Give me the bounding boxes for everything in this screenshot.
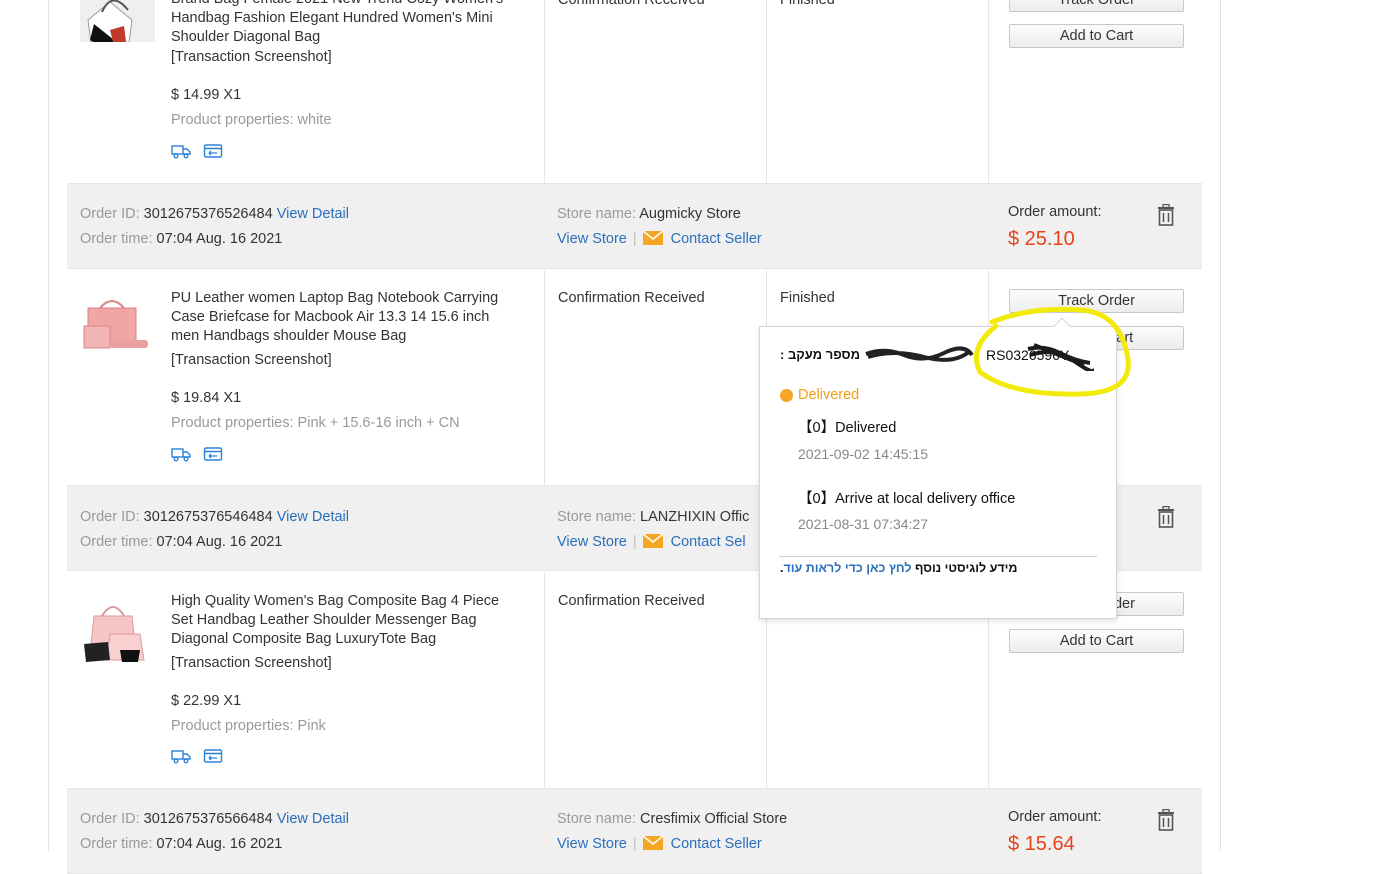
order-amount-label: Order amount: [1008,809,1102,825]
order-time: 07:04 Aug. 16 2021 [156,534,283,550]
redacted-scribble [1024,341,1095,374]
order-status: Finished [780,290,835,306]
product-thumbnail[interactable] [80,594,155,666]
shipping-truck-icon[interactable] [171,143,191,159]
store-name: Augmicky Store [639,206,741,222]
transaction-screenshot-link[interactable]: [Transaction Screenshot] [171,49,332,65]
add-to-cart-button[interactable]: Add to Cart [1009,629,1184,653]
view-detail-link[interactable]: View Detail [277,206,349,222]
return-refund-icon[interactable] [203,143,223,159]
product-status: Confirmation Received [558,593,705,609]
return-refund-icon[interactable] [203,748,223,764]
shipping-truck-icon[interactable] [171,748,191,764]
order-header: Order ID: 3012675376526484 View Detail O… [67,183,1202,269]
envelope-icon [642,533,664,548]
tracking-event-time: 2021-08-31 07:34:27 [798,516,928,532]
tracking-number-label: מספר מעקב : [780,347,861,362]
view-store-link[interactable]: View Store [557,836,627,852]
contact-seller-link[interactable]: Contact Sel [671,534,746,550]
envelope-icon [642,230,664,245]
product-price: $ 14.99 X1 [171,87,242,103]
delivered-status: Delivered [780,387,859,403]
tracking-event-time: 2021-09-02 14:45:15 [798,446,928,462]
tracking-event: 【0】Arrive at local delivery office [798,491,1016,507]
redacted-scribble [864,345,974,366]
product-thumbnail[interactable] [80,290,155,352]
track-order-button[interactable]: Track Order [1009,0,1184,12]
view-detail-link[interactable]: View Detail [277,509,349,525]
store-name: LANZHIXIN Offic [640,509,750,525]
order-time: 07:04 Aug. 16 2021 [156,231,283,247]
order-id: 3012675376526484 [143,206,273,222]
contact-seller-link[interactable]: Contact Seller [671,836,762,852]
trash-icon[interactable] [1156,505,1176,528]
product-thumbnail[interactable] [80,0,155,42]
order-amount: $ 25.10 [1008,228,1075,250]
transaction-screenshot-link[interactable]: [Transaction Screenshot] [171,655,332,671]
trash-icon[interactable] [1156,203,1176,226]
product-properties: Product properties: Pink + 15.6-16 inch … [171,415,460,431]
order-amount: $ 15.64 [1008,833,1075,855]
more-logistics-link[interactable]: לחץ כאן כדי לראות עוד [783,561,911,575]
product-status: Confirmation Received [558,0,705,8]
view-store-link[interactable]: View Store [557,231,627,247]
more-logistics-info: מידע לוגיסטי נוסף לחץ כאן כדי לראות עוד. [780,561,1018,575]
tracking-popup: מספר מעקב : RS0326596Y Delivered 【0】Deli… [759,317,1117,619]
status-dot-icon [780,388,793,402]
tracking-event: 【0】Delivered [798,420,897,436]
contact-seller-link[interactable]: Contact Seller [671,231,762,247]
view-store-link[interactable]: View Store [557,534,627,550]
view-detail-link[interactable]: View Detail [277,811,349,827]
track-order-button[interactable]: Track Order [1009,289,1184,313]
trash-icon[interactable] [1156,808,1176,831]
order-header: Order ID: 3012675376566484 View Detail O… [67,788,1202,874]
product-row: Brand Bag Female 2021 New Trend Cozy Wom… [67,0,1202,183]
product-price: $ 22.99 X1 [171,693,242,709]
product-properties: Product properties: Pink [171,718,326,734]
return-refund-icon[interactable] [203,446,223,462]
product-properties: Product properties: white [171,112,332,128]
store-name: Cresfimix Official Store [640,811,788,827]
order-time: 07:04 Aug. 16 2021 [156,836,283,852]
order-id: 3012675376546484 [143,509,273,525]
product-title-link[interactable]: PU Leather women Laptop Bag Notebook Car… [171,289,531,346]
order-amount-label: Order amount: [1008,204,1102,220]
product-status: Confirmation Received [558,290,705,306]
product-title-link[interactable]: High Quality Women's Bag Composite Bag 4… [171,592,531,649]
order-id: 3012675376566484 [143,811,273,827]
shipping-truck-icon[interactable] [171,446,191,462]
add-to-cart-button[interactable]: Add to Cart [1009,24,1184,48]
transaction-screenshot-link[interactable]: [Transaction Screenshot] [171,352,332,368]
product-title-link[interactable]: Brand Bag Female 2021 New Trend Cozy Wom… [171,0,531,47]
envelope-icon [642,835,664,850]
order-status: Finished [780,0,835,8]
product-price: $ 19.84 X1 [171,390,242,406]
